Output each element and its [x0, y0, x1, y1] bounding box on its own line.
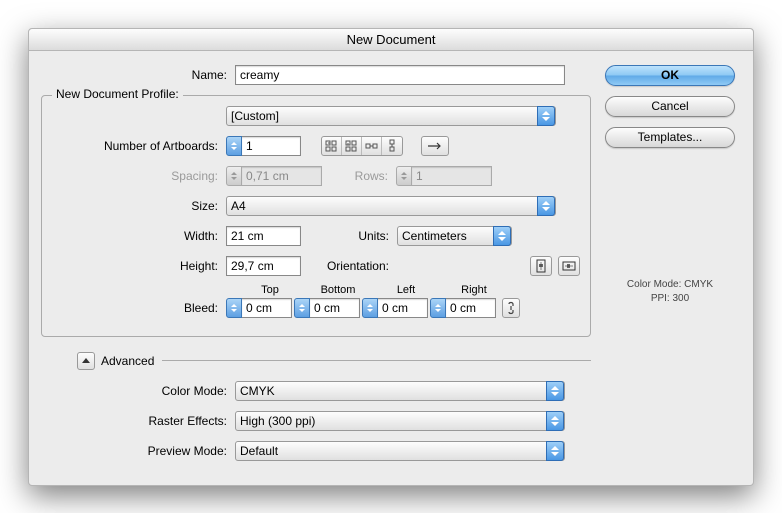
width-label: Width:: [42, 229, 226, 243]
layout-row-icon[interactable]: [362, 137, 382, 155]
color-mode-select[interactable]: CMYK: [235, 381, 565, 401]
width-input[interactable]: [226, 226, 301, 246]
dropdown-icon: [546, 411, 564, 431]
rows-stepper: [396, 166, 492, 186]
info-color-mode: Color Mode: CMYK: [605, 278, 735, 292]
dropdown-icon: [537, 196, 555, 216]
info-panel: Color Mode: CMYK PPI: 300: [605, 278, 735, 306]
cancel-button[interactable]: Cancel: [605, 96, 735, 117]
stepper-arrows-icon: [396, 166, 412, 186]
layout-col-icon[interactable]: [382, 137, 402, 155]
stepper-arrows-icon[interactable]: [294, 298, 310, 318]
bleed-link-button[interactable]: [502, 298, 520, 318]
size-value: A4: [231, 199, 246, 213]
artboard-layout-group[interactable]: [321, 136, 403, 156]
bleed-right-label: Right: [440, 284, 508, 296]
bleed-top-stepper[interactable]: [226, 298, 292, 318]
units-label: Units:: [301, 229, 397, 243]
bleed-left-stepper[interactable]: [362, 298, 428, 318]
preview-mode-label: Preview Mode:: [41, 444, 235, 458]
bleed-bottom-label: Bottom: [304, 284, 372, 296]
preview-mode-select[interactable]: Default: [235, 441, 565, 461]
orientation-landscape-button[interactable]: [558, 256, 580, 276]
dropdown-icon: [537, 106, 555, 126]
advanced-toggle[interactable]: [77, 352, 95, 370]
rows-input: [412, 166, 492, 186]
name-input[interactable]: [235, 65, 565, 85]
name-label: Name:: [41, 68, 235, 82]
dropdown-icon: [493, 226, 511, 246]
bleed-right-input[interactable]: [446, 298, 496, 318]
profile-label: New Document Profile:: [52, 87, 183, 101]
layout-grid-row-icon[interactable]: [322, 137, 342, 155]
bleed-left-label: Left: [372, 284, 440, 296]
height-label: Height:: [42, 259, 226, 273]
templates-button[interactable]: Templates...: [605, 127, 735, 148]
dropdown-icon: [546, 381, 564, 401]
new-document-dialog: New Document Name: New Document Profile:…: [28, 28, 754, 486]
spacing-label: Spacing:: [42, 169, 226, 183]
bleed-label: Bleed:: [42, 301, 226, 315]
bleed-bottom-stepper[interactable]: [294, 298, 360, 318]
info-ppi: PPI: 300: [605, 292, 735, 306]
size-label: Size:: [42, 199, 226, 213]
raster-effects-label: Raster Effects:: [41, 414, 235, 428]
num-artboards-input[interactable]: [242, 136, 301, 156]
num-artboards-label: Number of Artboards:: [42, 139, 226, 153]
advanced-label: Advanced: [101, 354, 154, 368]
spacing-input: [242, 166, 322, 186]
divider: [162, 360, 591, 361]
stepper-arrows-icon: [226, 166, 242, 186]
dropdown-icon: [546, 441, 564, 461]
artboard-direction-button[interactable]: [421, 136, 449, 156]
stepper-arrows-icon[interactable]: [226, 136, 242, 156]
profile-value: [Custom]: [231, 109, 279, 123]
bleed-bottom-input[interactable]: [310, 298, 360, 318]
raster-effects-value: High (300 ppi): [240, 414, 315, 428]
bleed-left-input[interactable]: [378, 298, 428, 318]
bleed-top-input[interactable]: [242, 298, 292, 318]
profile-fieldset: New Document Profile: [Custom] Number of…: [41, 95, 591, 337]
profile-select[interactable]: [Custom]: [226, 106, 556, 126]
color-mode-label: Color Mode:: [41, 384, 235, 398]
height-input[interactable]: [226, 256, 301, 276]
preview-mode-value: Default: [240, 444, 278, 458]
size-select[interactable]: A4: [226, 196, 556, 216]
stepper-arrows-icon[interactable]: [430, 298, 446, 318]
orientation-portrait-button[interactable]: [530, 256, 552, 276]
stepper-arrows-icon[interactable]: [362, 298, 378, 318]
bleed-top-label: Top: [236, 284, 304, 296]
rows-label: Rows:: [322, 169, 396, 183]
bleed-right-stepper[interactable]: [430, 298, 496, 318]
units-select[interactable]: Centimeters: [397, 226, 512, 246]
raster-effects-select[interactable]: High (300 ppi): [235, 411, 565, 431]
orientation-label: Orientation:: [301, 259, 397, 273]
stepper-arrows-icon[interactable]: [226, 298, 242, 318]
spacing-stepper: [226, 166, 322, 186]
ok-button[interactable]: OK: [605, 65, 735, 86]
title-bar: New Document: [29, 29, 753, 51]
layout-grid-col-icon[interactable]: [342, 137, 362, 155]
color-mode-value: CMYK: [240, 384, 275, 398]
num-artboards-stepper[interactable]: [226, 136, 301, 156]
units-value: Centimeters: [402, 229, 467, 243]
